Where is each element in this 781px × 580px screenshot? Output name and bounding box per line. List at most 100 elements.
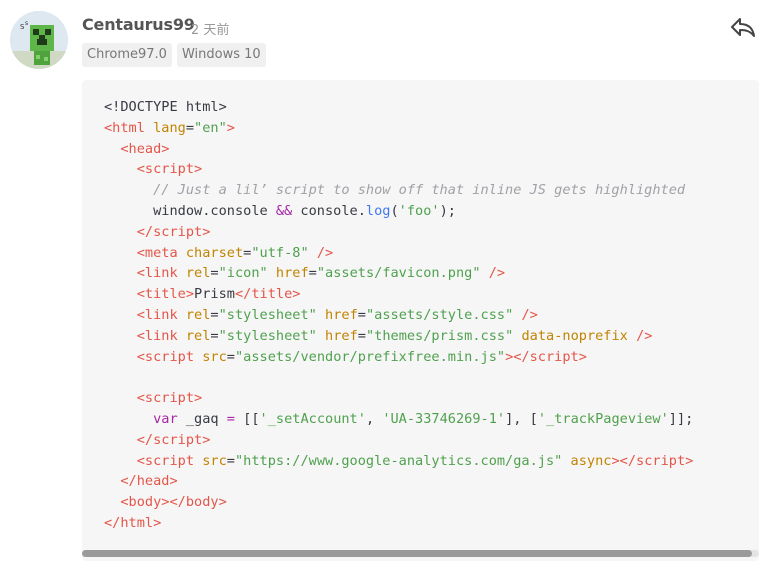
code-line: <script src="https://www.google-analytic… — [104, 451, 694, 472]
code-token: = — [210, 306, 219, 323]
code-line: </script> — [104, 430, 693, 451]
code-token: ], [ — [505, 410, 538, 427]
code-token: > — [153, 514, 162, 531]
code-token: "themes/prism.css" — [365, 327, 514, 344]
code-token: "en" — [194, 119, 227, 136]
code-line: <link rel="stylesheet" href="themes/pris… — [104, 326, 693, 347]
creeper-avatar-icon: S s — [10, 11, 68, 69]
code-line: // Just a lil’ script to show off that i… — [104, 180, 693, 201]
code-line: <link rel="stylesheet" href="assets/styl… — [104, 305, 693, 326]
code-content: <!DOCTYPE html> <html lang="en"> <head> <… — [104, 97, 693, 534]
code-token: = — [357, 306, 366, 323]
code-token: ); — [439, 202, 456, 219]
code-token: src — [202, 348, 227, 365]
code-block: <!DOCTYPE html> <html lang="en"> <head> <… — [82, 80, 759, 561]
code-token: charset — [185, 244, 244, 261]
code-token: data-noprefix — [521, 327, 628, 344]
code-token: ]]; — [668, 410, 694, 427]
code-token: "icon" — [218, 265, 268, 282]
code-token: var — [153, 410, 178, 427]
code-token: = — [308, 265, 317, 282]
code-line: <script> — [104, 388, 693, 409]
code-token: "stylesheet" — [218, 306, 317, 323]
svg-text:s: s — [25, 20, 28, 27]
code-token: </script — [513, 348, 579, 365]
code-token: = — [210, 327, 219, 344]
code-token: </html — [104, 514, 154, 531]
code-token: </body — [169, 494, 219, 511]
code-line: <title>Prism</title> — [104, 284, 693, 305]
code-line: <script> — [104, 159, 693, 180]
code-token: rel — [185, 306, 211, 323]
horizontal-scrollbar[interactable] — [82, 550, 759, 557]
code-token: src — [202, 452, 227, 469]
code-token: _gaq — [177, 410, 227, 427]
code-line: <meta charset="utf-8" /> — [104, 243, 693, 264]
code-token: async — [570, 452, 612, 469]
code-token: href — [325, 306, 358, 323]
code-token: </head — [120, 473, 170, 490]
code-token: "assets/style.css" — [365, 306, 514, 323]
comment-time: 2 天前 — [191, 23, 230, 38]
code-token: <script — [136, 390, 195, 407]
code-token: '_trackPageview' — [537, 410, 669, 427]
code-token: href — [325, 327, 358, 344]
code-token: log — [365, 202, 391, 219]
code-token: /> — [521, 306, 538, 323]
code-token: > — [194, 161, 203, 178]
code-token: = — [185, 119, 195, 136]
code-token: </title — [234, 286, 293, 303]
comment-author[interactable]: Centaurus99 — [82, 15, 195, 34]
code-token: <script — [136, 452, 195, 469]
code-token: = — [210, 265, 219, 282]
code-token: console. — [292, 202, 366, 219]
code-token: rel — [185, 265, 211, 282]
code-token: <body — [120, 494, 162, 511]
reply-arrow-icon — [731, 18, 755, 37]
code-token: , — [365, 410, 383, 427]
code-line: <link rel="icon" href="assets/favicon.pn… — [104, 263, 693, 284]
code-token: /> — [316, 244, 334, 261]
code-token: 'UA-33746269-1' — [382, 410, 506, 427]
code-token: > — [218, 494, 227, 511]
comment-card: S s Centaurus99 2 天前 Chrome97.0 Windows … — [0, 0, 781, 580]
code-token: <meta — [136, 244, 178, 261]
code-token: <script — [136, 161, 195, 178]
code-token: "utf-8" — [251, 244, 309, 261]
os-tag: Windows 10 — [176, 43, 266, 67]
code-token: > — [578, 348, 587, 365]
code-token: <link — [136, 265, 178, 282]
code-token: "https://www.google-analytics.com/ga.js" — [234, 452, 563, 469]
code-token: <link — [136, 306, 178, 323]
code-token: </script — [619, 452, 686, 469]
scrollbar-thumb[interactable] — [82, 550, 752, 557]
code-token: lang — [153, 119, 186, 136]
reply-button[interactable] — [729, 16, 757, 40]
code-token: > — [611, 452, 620, 469]
code-line: <body></body> — [104, 492, 693, 513]
avatar[interactable]: S s — [10, 11, 68, 69]
code-token: // Just a lil’ script to show off that i… — [153, 182, 686, 199]
code-token: ( — [390, 202, 399, 219]
code-token: window.console — [104, 202, 276, 219]
code-token: [[ — [243, 410, 260, 427]
code-token: <title — [136, 286, 186, 303]
